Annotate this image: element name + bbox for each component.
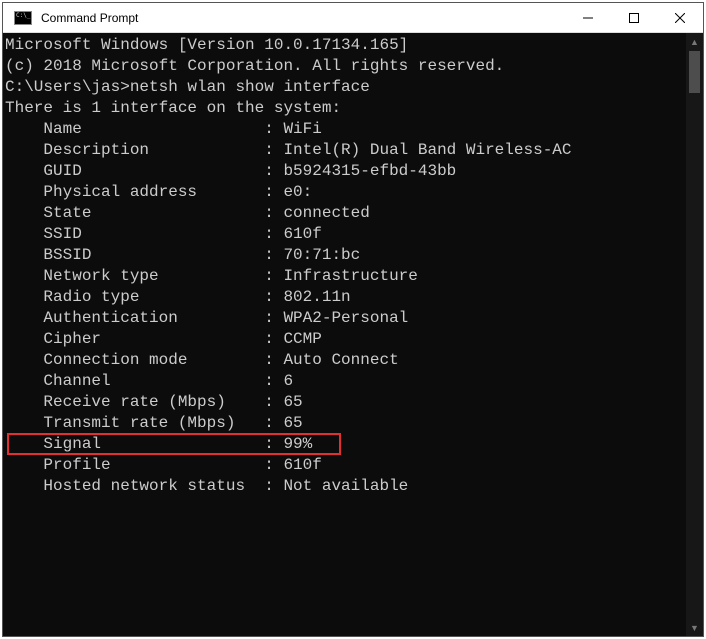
field-physical-address: Physical address : e0: (5, 182, 686, 203)
hosted-network-line: Hosted network status : Not available (5, 476, 686, 497)
field-cipher: Cipher : CCMP (5, 329, 686, 350)
terminal-area: Microsoft Windows [Version 10.0.17134.16… (3, 33, 703, 636)
close-button[interactable] (657, 3, 703, 33)
intro-line: There is 1 interface on the system: (5, 98, 686, 119)
prompt-line: C:\Users\jas>netsh wlan show interface (5, 77, 686, 98)
field-guid: GUID : b5924315-efbd-43bb (5, 161, 686, 182)
scroll-thumb[interactable] (689, 51, 700, 93)
version-line: Microsoft Windows [Version 10.0.17134.16… (5, 35, 686, 56)
terminal-output[interactable]: Microsoft Windows [Version 10.0.17134.16… (3, 33, 686, 636)
titlebar[interactable]: Command Prompt (3, 3, 703, 33)
app-icon (9, 8, 37, 28)
field-receive-rate-mbps-: Receive rate (Mbps) : 65 (5, 392, 686, 413)
vertical-scrollbar[interactable]: ▲ ▼ (686, 33, 703, 636)
maximize-button[interactable] (611, 3, 657, 33)
scroll-down-button[interactable]: ▼ (686, 619, 703, 636)
field-ssid: SSID : 610f (5, 224, 686, 245)
copyright-line: (c) 2018 Microsoft Corporation. All righ… (5, 56, 686, 77)
field-state: State : connected (5, 203, 686, 224)
field-authentication: Authentication : WPA2-Personal (5, 308, 686, 329)
terminal-icon (14, 11, 32, 25)
command-prompt-window: Command Prompt Microsoft Windows [Versio… (2, 2, 704, 637)
field-network-type: Network type : Infrastructure (5, 266, 686, 287)
scroll-up-button[interactable]: ▲ (686, 33, 703, 50)
field-connection-mode: Connection mode : Auto Connect (5, 350, 686, 371)
window-title: Command Prompt (41, 11, 138, 25)
field-bssid: BSSID : 70:71:bc (5, 245, 686, 266)
field-profile: Profile : 610f (5, 455, 686, 476)
field-name: Name : WiFi (5, 119, 686, 140)
minimize-button[interactable] (565, 3, 611, 33)
field-radio-type: Radio type : 802.11n (5, 287, 686, 308)
field-channel: Channel : 6 (5, 371, 686, 392)
field-transmit-rate-mbps-: Transmit rate (Mbps) : 65 (5, 413, 686, 434)
field-description: Description : Intel(R) Dual Band Wireles… (5, 140, 686, 161)
field-signal: Signal : 99% (5, 434, 686, 455)
